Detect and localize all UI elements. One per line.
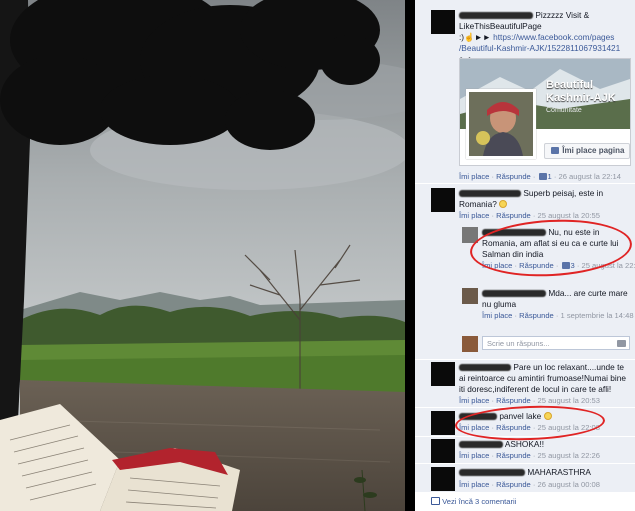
author-name-redacted[interactable]: [459, 441, 503, 449]
avatar[interactable]: [431, 439, 455, 463]
author-name-redacted[interactable]: [459, 190, 521, 198]
like-link[interactable]: Îmi place: [459, 396, 489, 405]
reply-link[interactable]: Răspunde: [496, 480, 531, 489]
reply-link[interactable]: Răspunde: [496, 423, 531, 432]
comment-meta: Îmi place · Răspunde · 25 august la 20:5…: [459, 211, 601, 220]
avatar[interactable]: [431, 10, 455, 34]
reply-text: Mda... are curte mare nu gluma: [482, 288, 628, 309]
reply-meta: Îmi place · Răspunde · 1 septembrie la 1…: [482, 311, 634, 320]
photo-illustration: [0, 0, 405, 511]
comment-text: ASHOKA!!: [459, 439, 631, 450]
timestamp[interactable]: 25 august la 22:02: [582, 261, 635, 270]
avatar: [462, 336, 478, 352]
comment-text: Pizzzzz Visit & LikeThisBeautifulPage :)…: [459, 10, 621, 64]
comments-panel: Pizzzzz Visit & LikeThisBeautifulPage :)…: [415, 0, 635, 511]
reply-link[interactable]: Răspunde: [496, 451, 531, 460]
author-name-redacted[interactable]: [459, 413, 497, 421]
author-name-redacted[interactable]: [459, 12, 533, 20]
reply-input[interactable]: Scrie un răspuns...: [482, 336, 630, 350]
comment-text: Pare un loc relaxant....unde te ai reint…: [459, 362, 626, 394]
author-name-redacted[interactable]: [482, 290, 546, 298]
like-link[interactable]: Îmi place: [459, 451, 489, 460]
view-more-comments[interactable]: Vezi încă 3 comentarii: [431, 497, 516, 507]
card-subtitle: Comunitate: [546, 107, 582, 114]
timestamp[interactable]: 25 august la 22:08: [538, 423, 601, 432]
timestamp[interactable]: 25 august la 20:53: [538, 396, 601, 405]
landscape-photo: [0, 0, 405, 511]
page-profile-picture[interactable]: [466, 89, 536, 159]
avatar[interactable]: [431, 411, 455, 435]
author-name-redacted[interactable]: [459, 469, 525, 477]
reply-link[interactable]: Răspunde: [519, 311, 554, 320]
reply-text: Nu, nu este in Romania, am aflat si eu c…: [482, 227, 619, 259]
author-name-redacted[interactable]: [482, 229, 546, 237]
comment-meta: Îmi place · Răspunde · 26 august la 00:0…: [459, 480, 601, 489]
reply-meta: Îmi place · Răspunde · 3 · 25 august la …: [482, 261, 635, 271]
camera-icon[interactable]: [617, 340, 626, 347]
like-link[interactable]: Îmi place: [459, 480, 489, 489]
like-count-icon: [538, 173, 547, 180]
comment-meta: Îmi place · Răspunde · 25 august la 22:2…: [459, 451, 601, 460]
comment: ASHOKA!! Îmi place · Răspunde · 25 augus…: [415, 437, 635, 463]
like-count[interactable]: 3: [571, 261, 575, 270]
comment: panvel lake Îmi place · Răspunde · 25 au…: [415, 408, 635, 436]
timestamp[interactable]: 25 august la 22:26: [538, 451, 601, 460]
timestamp[interactable]: 25 august la 20:55: [538, 211, 601, 220]
timestamp[interactable]: 26 august la 22:14: [559, 172, 622, 181]
thumbs-up-icon: [551, 147, 559, 154]
reply-link[interactable]: Răspunde: [519, 261, 554, 270]
comment-thread-post: Pizzzzz Visit & LikeThisBeautifulPage :)…: [415, 0, 635, 183]
smiley-emoticon-icon: [543, 412, 552, 420]
comment-bubble-icon: [431, 497, 440, 505]
avatar[interactable]: [462, 227, 478, 243]
like-link[interactable]: Îmi place: [459, 172, 489, 181]
like-count[interactable]: 1: [548, 172, 552, 181]
avatar[interactable]: [431, 188, 455, 212]
comment: Pare un loc relaxant....unde te ai reint…: [415, 360, 635, 407]
reply-link[interactable]: Răspunde: [496, 172, 531, 181]
page-preview-card[interactable]: Beautiful Kashmir-AJK Comunitate Îmi pla…: [459, 58, 631, 166]
like-link[interactable]: Îmi place: [482, 311, 512, 320]
timestamp[interactable]: 1 septembrie la 14:48: [561, 311, 634, 320]
reply-link[interactable]: Răspunde: [496, 211, 531, 220]
comment-text: Superb peisaj, este in Romania?: [459, 188, 604, 209]
author-name-redacted[interactable]: [459, 364, 511, 372]
like-page-button[interactable]: Îmi place pagina: [544, 143, 631, 159]
avatar[interactable]: [431, 467, 455, 491]
like-link[interactable]: Îmi place: [482, 261, 512, 270]
comment-text: MAHARASTHRA: [459, 467, 631, 478]
comment-meta: Îmi place · Răspunde · 25 august la 20:5…: [459, 396, 601, 405]
like-link[interactable]: Îmi place: [459, 211, 489, 220]
reply-link[interactable]: Răspunde: [496, 396, 531, 405]
comment-meta: Îmi place · Răspunde · 1 · 26 august la …: [459, 172, 622, 181]
card-title[interactable]: Beautiful Kashmir-AJK: [546, 79, 630, 105]
comment-meta: Îmi place · Răspunde · 25 august la 22:0…: [459, 423, 601, 432]
like-link[interactable]: Îmi place: [459, 423, 489, 432]
comment: MAHARASTHRA Îmi place · Răspunde · 26 au…: [415, 464, 635, 492]
timestamp[interactable]: 26 august la 00:08: [538, 480, 601, 489]
comment-thread: Superb peisaj, este in Romania? Îmi plac…: [415, 184, 635, 359]
smiley-emoticon-icon: [499, 200, 508, 208]
avatar[interactable]: [462, 288, 478, 304]
like-count-icon: [561, 262, 570, 269]
comment-text: panvel lake: [459, 411, 631, 422]
avatar[interactable]: [431, 362, 455, 386]
